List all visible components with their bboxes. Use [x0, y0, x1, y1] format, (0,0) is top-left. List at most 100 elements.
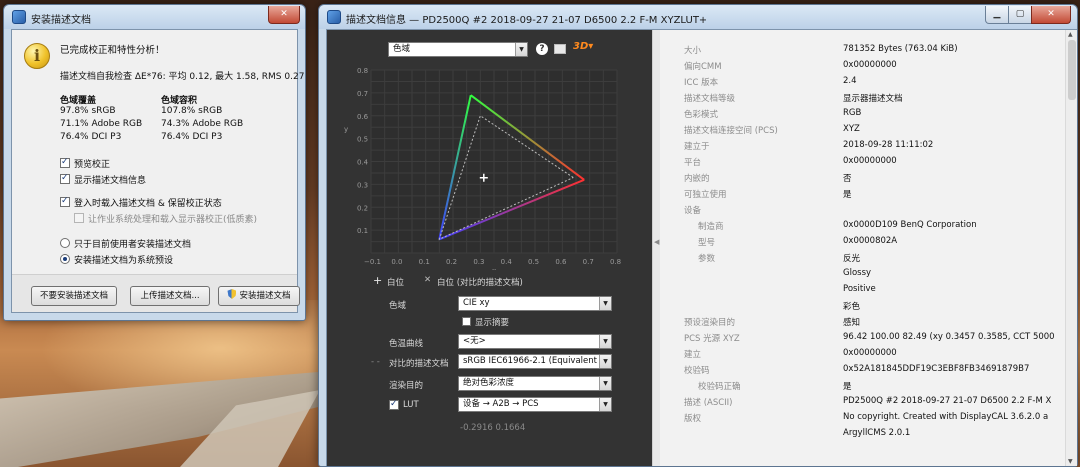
install-system-default-label: 安装描述文档为系统预设 — [74, 256, 174, 266]
close-button[interactable]: ✕ — [268, 6, 300, 24]
dont-install-button[interactable]: 不要安装描述文档 — [31, 286, 117, 306]
property-value: 反光 — [843, 254, 861, 264]
chevron-down-icon: ▼ — [599, 355, 611, 368]
property-row: 可独立使用 是 — [660, 185, 1065, 201]
property-row: 预设渲染目的 感知 — [660, 313, 1065, 329]
lut-select[interactable]: 设备 → A2B → PCS ▼ — [458, 397, 612, 412]
y-tick-label: 0.7 — [357, 90, 368, 98]
install-profile-button[interactable]: 安装描述文档 — [218, 286, 300, 306]
title-bar[interactable]: 安装描述文档 ✕ — [4, 5, 305, 29]
property-row: 设备 — [660, 201, 1065, 217]
image-icon[interactable] — [554, 44, 566, 54]
install-system-default-radio[interactable] — [60, 254, 70, 264]
self-check-text: 描述文档自我检查 ΔE*76: 平均 0.12, 最大 1.58, RMS 0.… — [60, 72, 305, 82]
property-value: XYZ — [843, 124, 860, 134]
x-tick-label: 0.7 — [583, 258, 594, 266]
scroll-thumb[interactable] — [1068, 40, 1076, 100]
show-summary-checkbox[interactable] — [462, 317, 471, 326]
property-key: 色彩模式 — [684, 110, 719, 120]
property-row: 版权 No copyright. Created with DisplayCAL … — [660, 409, 1065, 425]
minimize-button[interactable]: ▁ — [985, 6, 1009, 24]
pane-splitter[interactable]: ◀ — [652, 30, 660, 466]
view-select[interactable]: 色域 ▼ — [388, 42, 528, 57]
uac-shield-icon — [227, 289, 237, 299]
volume-heading: 色域容积 — [161, 96, 198, 106]
lut-checkbox[interactable] — [389, 399, 399, 410]
show-summary-label: 显示摘要 — [475, 318, 510, 328]
property-row: ICC 版本 2.4 — [660, 73, 1065, 89]
title-bar[interactable]: 描述文档信息 — PD2500Q #2 2018-09-27 21-07 D65… — [319, 5, 1077, 29]
remove-whitepoint-icon[interactable]: ✕ — [424, 275, 431, 285]
view-select-value: 色域 — [393, 44, 411, 54]
property-value: 0x00000000 — [843, 348, 897, 358]
upload-profile-button[interactable]: 上传描述文档... — [130, 286, 210, 306]
3d-view-icon[interactable]: 3D▾ — [573, 41, 593, 52]
maximize-button[interactable]: ▢ — [1008, 6, 1032, 24]
property-row: Positive — [660, 281, 1065, 297]
property-row: 校验码 0x52A181845DDF19C3EBF8FB34691879B7 — [660, 361, 1065, 377]
property-row: 校验码正确 是 — [660, 377, 1065, 393]
property-row: 内嵌的 否 — [660, 169, 1065, 185]
x-tick-label: 0.6 — [555, 258, 567, 266]
coverage-dcip3: 76.4% DCI P3 — [60, 132, 122, 142]
property-row: 色彩模式 RGB — [660, 105, 1065, 121]
property-row: 描述 (ASCII) PD2500Q #2 2018-09-27 21-07 D6… — [660, 393, 1065, 409]
property-value: Glossy — [843, 268, 872, 278]
whitepoint-compare-toggle[interactable]: 白位 (对比的描述文档) — [437, 276, 523, 288]
property-key: 描述文档等级 — [684, 94, 736, 104]
compare-profile-label: 对比的描述文档 — [389, 359, 449, 369]
property-value: 显示器描述文档 — [843, 94, 903, 104]
scroll-down-icon[interactable]: ▼ — [1068, 458, 1073, 465]
y-tick-label: 0.6 — [357, 113, 369, 121]
y-tick-label: 0.8 — [357, 67, 368, 75]
property-value: ArgyllCMS 2.0.1 — [843, 428, 911, 438]
help-icon[interactable]: ? — [536, 43, 548, 55]
gamut-pane: 色域 ▼ ? 3D▾ 0.8 0.7 0.6 0.5 0.4 0.3 0.2 0.1 −0.1 0.… — [327, 30, 652, 466]
property-key: 制造商 — [698, 222, 724, 232]
property-value: No copyright. Created with DisplayCAL 3.… — [843, 412, 1049, 422]
tone-curve-value: <无> — [463, 336, 486, 346]
show-profile-info-checkbox[interactable] — [60, 173, 70, 184]
chevron-down-icon: ▼ — [599, 377, 611, 390]
add-whitepoint-icon[interactable]: + — [373, 274, 382, 287]
property-value: 0x00000000 — [843, 60, 897, 70]
lut-select-value: 设备 → A2B → PCS — [463, 399, 539, 409]
property-row: 参数 反光 — [660, 249, 1065, 265]
os-handles-calibration-checkbox[interactable] — [74, 213, 84, 223]
y-axis-label: y — [344, 126, 348, 134]
property-key: ICC 版本 — [684, 78, 719, 88]
tone-curve-select[interactable]: <无> ▼ — [458, 334, 612, 349]
property-key: 预设渲染目的 — [684, 318, 736, 328]
property-key: 描述 (ASCII) — [684, 398, 733, 408]
compare-profile-select[interactable]: sRGB IEC61966-2.1 (Equivalent ▼ — [458, 354, 612, 369]
property-value: PD2500Q #2 2018-09-27 21-07 D6500 2.2 F-… — [843, 396, 1052, 406]
property-key: 校验码 — [684, 366, 710, 376]
property-key: PCS 光源 XYZ — [684, 334, 740, 344]
window-body: 色域 ▼ ? 3D▾ 0.8 0.7 0.6 0.5 0.4 0.3 0.2 0.1 −0.1 0.… — [326, 29, 1077, 466]
property-value: 彩色 — [843, 302, 861, 312]
install-profile-window: 安装描述文档 ✕ i 已完成校正和特性分析！ 描述文档自我检查 ΔE*76: 平… — [3, 4, 306, 321]
property-row: 建立 0x00000000 — [660, 345, 1065, 361]
gamut-label: 色域 — [389, 301, 407, 311]
app-icon — [12, 10, 26, 24]
property-value: 2.4 — [843, 76, 857, 86]
x-tick-label: 0.5 — [528, 258, 539, 266]
scroll-up-icon[interactable]: ▲ — [1068, 31, 1073, 38]
x-axis-label: x — [492, 267, 496, 270]
property-key: 描述文档连接空间 (PCS) — [684, 126, 778, 136]
load-on-login-checkbox[interactable] — [60, 196, 70, 207]
preview-calibration-checkbox[interactable] — [60, 157, 70, 168]
gamut-select[interactable]: CIE xy ▼ — [458, 296, 612, 311]
property-row: 偏向CMM 0x00000000 — [660, 57, 1065, 73]
property-key: 校验码正确 — [698, 382, 741, 392]
close-button[interactable]: ✕ — [1031, 6, 1071, 24]
install-current-user-radio[interactable] — [60, 238, 70, 248]
install-current-user-label: 只于目前使用者安装描述文档 — [74, 240, 192, 250]
rendering-intent-label: 渲染目的 — [389, 381, 424, 391]
y-tick-label: 0.2 — [357, 204, 368, 212]
whitepoint-toggle[interactable]: 白位 — [387, 276, 404, 288]
rendering-intent-value: 绝对色彩浓度 — [463, 378, 515, 388]
vertical-scrollbar[interactable]: ▲ ▼ — [1065, 30, 1077, 466]
x-tick-label: 0.3 — [473, 258, 484, 266]
rendering-intent-select[interactable]: 绝对色彩浓度 ▼ — [458, 376, 612, 391]
